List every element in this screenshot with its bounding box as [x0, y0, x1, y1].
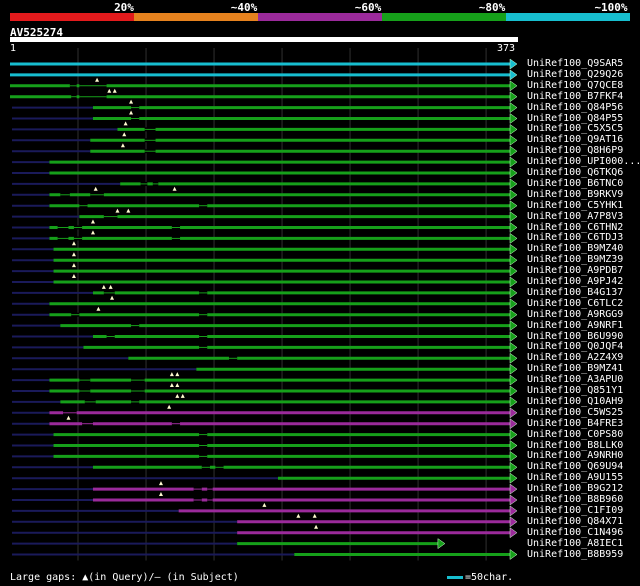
hit-link[interactable]: UniRef100_A9NRH0: [527, 450, 623, 461]
hit-link[interactable]: UniRef100_Q6TKQ6: [527, 167, 623, 178]
hit-link[interactable]: UniRef100_B8LLK0: [527, 440, 623, 451]
hit-link[interactable]: UniRef100_Q84P55: [527, 113, 623, 124]
hit-link[interactable]: UniRef100_Q9SAR5: [527, 58, 623, 69]
hit-link[interactable]: UniRef100_B9MZ40: [527, 243, 623, 254]
hit-link[interactable]: UniRef100_C5X5C5: [527, 123, 623, 134]
hit-link[interactable]: UniRef100_A9RGG9: [527, 309, 623, 320]
hit-link[interactable]: UniRef100_Q9AT16: [527, 134, 623, 145]
hit-link[interactable]: UniRef100_Q84X71: [527, 516, 623, 527]
hit-link[interactable]: UniRef100_Q8H6P9: [527, 145, 623, 156]
hit-link[interactable]: UniRef100_A9U155: [527, 472, 623, 483]
hit-link[interactable]: UniRef100_B6TNC0: [527, 178, 623, 189]
hit-link[interactable]: UniRef100_Q851Y1: [527, 385, 623, 396]
gaps-legend: Large gaps: ▲(in Query)/– (in Subject): [10, 572, 239, 583]
hit-link[interactable]: UniRef100_B7FKF4: [527, 91, 623, 102]
hit-link[interactable]: UniRef100_Q7QCE8: [527, 80, 623, 91]
hit-link[interactable]: UniRef100_Q69U94: [527, 461, 623, 472]
hit-link[interactable]: UniRef100_UPI000...: [527, 156, 640, 167]
hit-link[interactable]: UniRef100_A2Z4X9: [527, 352, 623, 363]
hit-link[interactable]: UniRef100_B9MZ41: [527, 363, 623, 374]
scale-text: =50char.: [465, 572, 514, 583]
hit-link[interactable]: UniRef100_C6TDJ3: [527, 232, 623, 243]
hit-link[interactable]: UniRef100_B9RKV9: [527, 189, 623, 200]
hit-link[interactable]: UniRef100_B4FRE3: [527, 418, 623, 429]
hit-link[interactable]: UniRef100_A7P8V3: [527, 211, 623, 222]
scale-legend: =50char.: [447, 572, 513, 583]
hit-link[interactable]: UniRef100_B8B959: [527, 549, 623, 560]
hit-link[interactable]: UniRef100_Q29Q26: [527, 69, 623, 80]
hit-link[interactable]: UniRef100_A3APU0: [527, 374, 623, 385]
hit-link[interactable]: UniRef100_C1N496: [527, 527, 623, 538]
hit-link[interactable]: UniRef100_C5YHK1: [527, 200, 623, 211]
hit-link[interactable]: UniRef100_B9MZ39: [527, 254, 623, 265]
hit-link[interactable]: UniRef100_C6THN2: [527, 222, 623, 233]
scale-swatch: [447, 576, 463, 579]
hit-link[interactable]: UniRef100_A9NRF1: [527, 320, 623, 331]
hit-link[interactable]: UniRef100_A9PDB7: [527, 265, 623, 276]
hit-list: UniRef100_Q9SAR5 UniRef100_Q29Q26 UniRef10…: [0, 0, 640, 586]
hit-link[interactable]: UniRef100_Q0JQF4: [527, 341, 623, 352]
hit-link[interactable]: UniRef100_C5WS25: [527, 407, 623, 418]
hit-link[interactable]: UniRef100_B6U990: [527, 331, 623, 342]
hit-link[interactable]: UniRef100_C0PS80: [527, 429, 623, 440]
hit-link[interactable]: UniRef100_Q10AH9: [527, 396, 623, 407]
hit-link[interactable]: UniRef100_B9G212: [527, 483, 623, 494]
hit-link[interactable]: UniRef100_A9PJ42: [527, 276, 623, 287]
hit-link[interactable]: UniRef100_B4G137: [527, 287, 623, 298]
hit-link[interactable]: UniRef100_B8B960: [527, 494, 623, 505]
hit-link[interactable]: UniRef100_C6TLC2: [527, 298, 623, 309]
hit-link[interactable]: UniRef100_C1FI09: [527, 505, 623, 516]
hit-link[interactable]: UniRef100_Q84P56: [527, 102, 623, 113]
hit-link[interactable]: UniRef100_A8IEC1: [527, 538, 623, 549]
